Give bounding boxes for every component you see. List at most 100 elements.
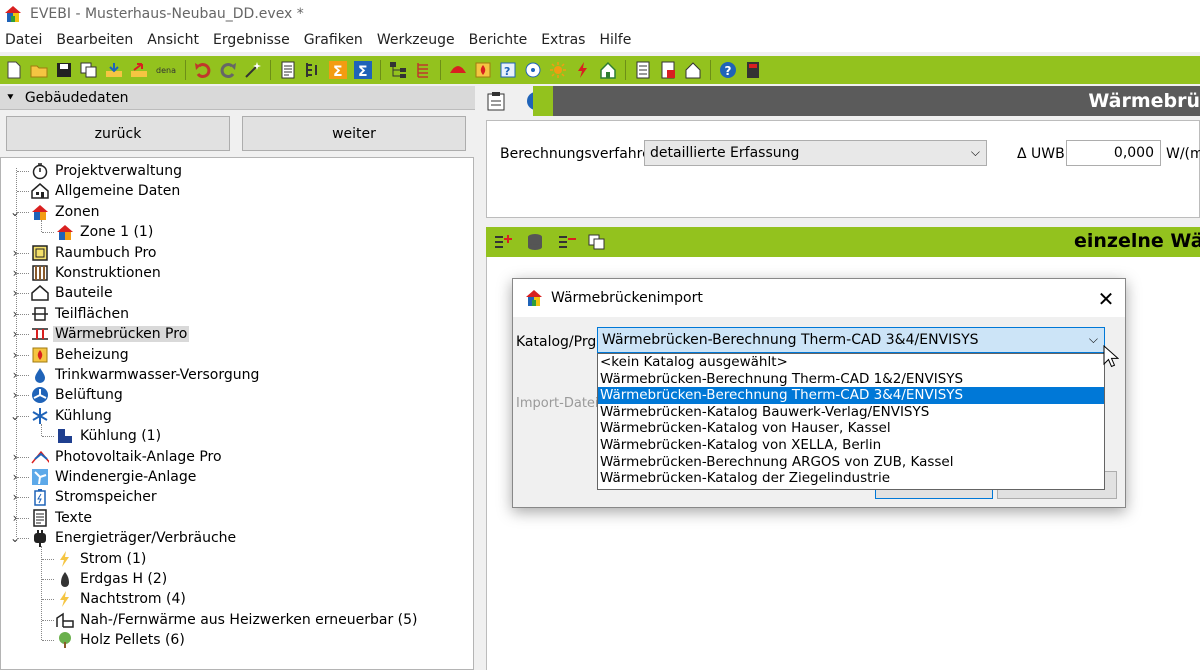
expand-open-chevron-icon[interactable]: ⌄ <box>9 409 21 423</box>
menu-ergebnisse[interactable]: Ergebnisse <box>206 28 297 52</box>
menu-bearbeiten[interactable]: Bearbeiten <box>49 28 140 52</box>
sum-icon[interactable]: Σ <box>327 59 349 81</box>
dropdown-option[interactable]: Wärmebrücken-Katalog der Ziegelindustrie <box>598 470 1104 487</box>
expand-closed-chevron-icon[interactable]: › <box>9 490 21 504</box>
expand-closed-chevron-icon[interactable]: › <box>9 470 21 484</box>
tree-item[interactable]: ⌄ Kühlung <box>10 406 114 426</box>
tree-item-label: Windenergie-Anlage <box>55 469 197 485</box>
add-row-icon[interactable] <box>492 231 514 253</box>
new-file-icon[interactable] <box>3 59 25 81</box>
remove-row-icon[interactable] <box>556 231 578 253</box>
lightning-toolbar-icon[interactable] <box>572 59 594 81</box>
method-select[interactable]: detaillierte Erfassung ⌵ <box>644 140 987 166</box>
ventilation-icon[interactable] <box>522 59 544 81</box>
tree-item[interactable]: › Trinkwarmwasser-Versorgung <box>13 365 261 385</box>
tree-item[interactable]: Allgemeine Daten <box>31 181 182 201</box>
close-icon[interactable]: ✕ <box>1095 287 1117 311</box>
menu-hilfe[interactable]: Hilfe <box>592 28 638 52</box>
delta-uwb-input[interactable]: 0,000 <box>1066 140 1161 166</box>
help-icon[interactable]: ? <box>717 59 739 81</box>
tree-item[interactable]: › Konstruktionen <box>13 263 163 283</box>
tree-item[interactable]: › Stromspeicher <box>13 487 159 507</box>
house-edit-icon[interactable] <box>682 59 704 81</box>
fire-icon[interactable] <box>472 59 494 81</box>
tree-item[interactable]: Zone 1 (1) <box>56 222 155 242</box>
database-icon[interactable] <box>524 231 546 253</box>
tree-item[interactable]: Projektverwaltung <box>31 161 184 181</box>
expand-closed-chevron-icon[interactable]: › <box>9 307 21 321</box>
catalog-dropdown-list[interactable]: <kein Katalog ausgewählt> Wärmebrücken-Be… <box>597 353 1105 490</box>
tree-item[interactable]: Strom (1) <box>56 549 148 569</box>
home-icon[interactable] <box>597 59 619 81</box>
structure-icon[interactable] <box>302 59 324 81</box>
tree-item[interactable]: › Teilflächen <box>13 304 131 324</box>
tree-item[interactable]: › Texte <box>13 508 94 528</box>
tree-structure-icon[interactable] <box>387 59 409 81</box>
expand-closed-chevron-icon[interactable]: › <box>9 266 21 280</box>
tree-item[interactable]: › Photovoltaik-Anlage Pro <box>13 447 224 467</box>
undo-icon[interactable] <box>192 59 214 81</box>
tree-item[interactable]: › Belüftung <box>13 385 125 405</box>
expand-closed-chevron-icon[interactable]: › <box>9 286 21 300</box>
question-doc-icon[interactable]: ? <box>497 59 519 81</box>
menu-extras[interactable]: Extras <box>534 28 592 52</box>
dena-icon[interactable]: dena <box>153 59 179 81</box>
dropdown-option[interactable]: Wärmebrücken-Berechnung Therm-CAD 1&2/EN… <box>598 371 1104 388</box>
copy-icon[interactable] <box>78 59 100 81</box>
pdf-report-icon[interactable] <box>657 59 679 81</box>
calculator-icon[interactable] <box>742 59 764 81</box>
menu-grafiken[interactable]: Grafiken <box>297 28 370 52</box>
menu-werkzeuge[interactable]: Werkzeuge <box>370 28 462 52</box>
dropdown-option[interactable]: Wärmebrücken-Berechnung ARGOS von ZUB, K… <box>598 454 1104 471</box>
expand-closed-chevron-icon[interactable]: › <box>9 348 21 362</box>
expand-closed-chevron-icon[interactable]: › <box>9 246 21 260</box>
collapse-chevron-icon[interactable]: ⯆ <box>6 91 15 105</box>
dropdown-option[interactable]: Wärmebrücken-Katalog von XELLA, Berlin <box>598 437 1104 454</box>
import-icon[interactable] <box>103 59 125 81</box>
tree-item[interactable]: ⌄ Energieträger/Verbräuche <box>10 528 238 548</box>
tree-item[interactable]: ⌄ Zonen <box>10 202 102 222</box>
cap-icon[interactable] <box>447 59 469 81</box>
tree-item[interactable]: › Beheizung <box>13 345 131 365</box>
open-folder-icon[interactable] <box>28 59 50 81</box>
expand-closed-chevron-icon[interactable]: › <box>9 511 21 525</box>
tree-item[interactable]: Holz Pellets (6) <box>56 630 187 650</box>
wizard-icon[interactable] <box>242 59 264 81</box>
dropdown-option[interactable]: Wärmebrücken-Katalog Bauwerk-Verlag/ENVI… <box>598 404 1104 421</box>
tree-item[interactable]: Kühlung (1) <box>56 426 163 446</box>
next-button[interactable]: weiter <box>242 116 466 151</box>
list-structure-icon[interactable] <box>412 59 434 81</box>
expand-closed-chevron-icon[interactable]: › <box>9 450 21 464</box>
report-icon[interactable] <box>277 59 299 81</box>
tree-item[interactable]: › Raumbuch Pro <box>13 243 159 263</box>
export-icon[interactable] <box>128 59 150 81</box>
tree-item[interactable]: › Wärmebrücken Pro <box>13 324 190 344</box>
dropdown-option[interactable]: <kein Katalog ausgewählt> <box>598 354 1104 371</box>
tree-item[interactable]: Erdgas H (2) <box>56 569 169 589</box>
sum-blue-icon[interactable]: Σ <box>352 59 374 81</box>
clipboard-tab-icon[interactable] <box>483 88 509 114</box>
expand-closed-chevron-icon[interactable]: › <box>9 368 21 382</box>
dropdown-option[interactable]: Wärmebrücken-Berechnung Therm-CAD 3&4/EN… <box>598 387 1104 404</box>
copy-row-icon[interactable] <box>586 231 608 253</box>
checklist-icon[interactable] <box>632 59 654 81</box>
redo-icon[interactable] <box>217 59 239 81</box>
save-icon[interactable] <box>53 59 75 81</box>
building-data-tree[interactable]: Projektverwaltung Allgemeine Daten ⌄ Zonen Z… <box>0 157 474 670</box>
back-button[interactable]: zurück <box>6 116 230 151</box>
sun-icon[interactable] <box>547 59 569 81</box>
catalog-select[interactable]: Wärmebrücken-Berechnung Therm-CAD 3&4/EN… <box>597 327 1105 353</box>
tree-item[interactable]: Nachtstrom (4) <box>56 589 188 609</box>
expand-open-chevron-icon[interactable]: ⌄ <box>9 205 21 219</box>
dropdown-option[interactable]: Wärmebrücken-Katalog von Hauser, Kassel <box>598 420 1104 437</box>
tree-item[interactable]: › Windenergie-Anlage <box>13 467 198 487</box>
expand-closed-chevron-icon[interactable]: › <box>9 388 21 402</box>
menu-berichte[interactable]: Berichte <box>462 28 535 52</box>
building-data-header[interactable]: ⯆ Gebäudedaten <box>0 86 475 110</box>
expand-closed-chevron-icon[interactable]: › <box>9 327 21 341</box>
tree-item[interactable]: Nah-/Fernwärme aus Heizwerken erneuerbar… <box>56 610 420 630</box>
tree-item[interactable]: › Bauteile <box>13 283 115 303</box>
menu-datei[interactable]: Datei <box>0 28 49 52</box>
menu-ansicht[interactable]: Ansicht <box>140 28 206 52</box>
expand-open-chevron-icon[interactable]: ⌄ <box>9 531 21 545</box>
